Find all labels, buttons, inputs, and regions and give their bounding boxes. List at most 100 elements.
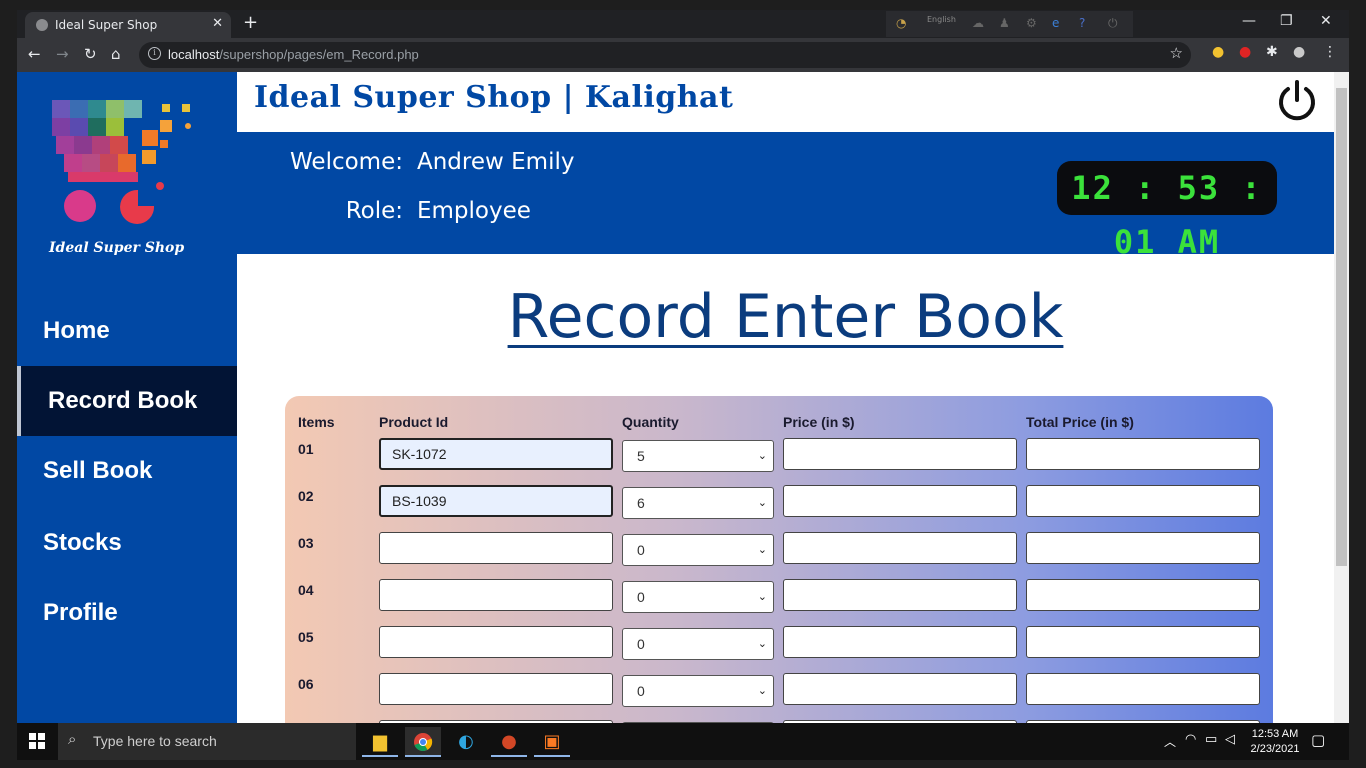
minimize-button[interactable]: — (1242, 13, 1256, 29)
sidebar-item-profile[interactable]: Profile (17, 578, 237, 648)
tab-title: Ideal Super Shop (55, 18, 158, 32)
total-price-input[interactable] (1026, 673, 1260, 705)
price-input[interactable] (783, 438, 1017, 470)
chevron-down-icon: ⌄ (757, 450, 767, 462)
windows-taskbar: ⌕ Type here to search ▆ ◐ ● ▣ ︿ ◠ ▭ ◁ 12… (17, 723, 1349, 760)
quantity-value: 0 (637, 636, 645, 652)
chevron-down-icon: ⌄ (757, 544, 767, 556)
search-icon: ⌕ (68, 731, 77, 748)
translate-icon[interactable]: ◔ (896, 16, 906, 30)
adblock-extension-icon[interactable]: ● (1239, 44, 1251, 60)
taskbar-search[interactable]: ⌕ Type here to search (58, 723, 356, 760)
taskbar-clock[interactable]: 12:53 AM 2/23/2021 (1250, 727, 1300, 757)
url-path: /supershop/pages/em_Record.php (219, 47, 419, 62)
logo-text: Ideal Super Shop (49, 240, 185, 256)
tab-strip: Ideal Super Shop ✕ + ◔ English ☁ ♟ ⚙ e ?… (17, 10, 1349, 38)
cloud-icon[interactable]: ☁ (972, 16, 984, 30)
battery-icon[interactable]: ▭ (1205, 732, 1217, 747)
home-icon[interactable]: ⌂ (111, 45, 121, 63)
price-input[interactable] (783, 626, 1017, 658)
product-id-input[interactable] (379, 673, 613, 705)
total-price-input[interactable] (1026, 438, 1260, 470)
quantity-select[interactable]: 0 ⌄ (622, 581, 774, 613)
gear-icon[interactable]: ⚙ (1026, 16, 1037, 30)
forward-icon[interactable]: → (56, 45, 69, 63)
tab-close-icon[interactable]: ✕ (212, 16, 223, 31)
scrollbar-thumb[interactable] (1336, 88, 1347, 566)
total-price-input[interactable] (1026, 485, 1260, 517)
page-title: Record Enter Book (507, 282, 1064, 352)
cart-logo-icon (52, 100, 191, 224)
col-header-quantity: Quantity (622, 414, 679, 430)
chevron-down-icon: ⌄ (757, 685, 767, 697)
page-scrollbar[interactable] (1334, 72, 1349, 723)
quantity-select[interactable]: 5 ⌄ (622, 440, 774, 472)
profile-avatar-icon[interactable]: ● (1293, 44, 1305, 60)
row-item-number: 05 (298, 629, 314, 645)
chrome-icon[interactable] (405, 727, 441, 757)
price-input[interactable] (783, 673, 1017, 705)
total-price-input[interactable] (1026, 579, 1260, 611)
chevron-down-icon: ⌄ (757, 591, 767, 603)
role-label: Role: (345, 198, 403, 224)
url-text[interactable]: localhost/supershop/pages/em_Record.php (168, 47, 419, 62)
person-icon[interactable]: ♟ (999, 16, 1010, 30)
url-bar[interactable]: i localhost/supershop/pages/em_Record.ph… (139, 42, 1191, 68)
quantity-select[interactable]: 0 ⌄ (622, 675, 774, 707)
sidebar-item-home[interactable]: Home (17, 296, 237, 366)
xampp-icon[interactable]: ▣ (534, 727, 570, 757)
notification-icon[interactable]: ▢ (1311, 731, 1325, 749)
vpn-extension-icon[interactable]: ● (1212, 44, 1224, 60)
sidebar-item-sell-book[interactable]: Sell Book (17, 436, 237, 506)
volume-icon[interactable]: ◁ (1225, 732, 1235, 747)
help-icon[interactable]: ? (1079, 16, 1085, 30)
web-page: Ideal Super Shop Home Record Book Sell B… (17, 72, 1349, 723)
back-icon[interactable]: ← (28, 45, 41, 63)
quantity-value: 6 (637, 495, 645, 511)
row-item-number: 06 (298, 676, 314, 692)
product-id-input[interactable] (379, 532, 613, 564)
price-input[interactable] (783, 579, 1017, 611)
quantity-value: 0 (637, 589, 645, 605)
power-icon[interactable] (1275, 78, 1319, 122)
shop-title: Ideal Super Shop | Kalighat (254, 80, 734, 115)
chevron-down-icon: ⌄ (757, 497, 767, 509)
welcome-banner: Welcome: Andrew Emily Role: Employee 12 … (237, 132, 1334, 261)
edge-browser-icon[interactable]: ◐ (448, 727, 484, 757)
quantity-select[interactable]: 0 ⌄ (622, 628, 774, 660)
new-tab-button[interactable]: + (243, 12, 258, 33)
puzzle-extensions-icon[interactable]: ✱ (1266, 44, 1278, 60)
quantity-select[interactable]: 6 ⌄ (622, 487, 774, 519)
sidebar-item-stocks[interactable]: Stocks (17, 508, 237, 578)
sidebar-item-record-book[interactable]: Record Book (17, 366, 237, 436)
col-header-total-price: Total Price (in $) (1026, 414, 1134, 430)
edge-icon[interactable]: e (1052, 16, 1059, 30)
reload-icon[interactable]: ↻ (84, 45, 97, 63)
windows-start-icon[interactable] (29, 733, 45, 749)
powerpoint-icon[interactable]: ● (491, 727, 527, 757)
product-id-input[interactable] (379, 626, 613, 658)
product-id-input[interactable] (379, 579, 613, 611)
menu-dots-icon[interactable]: ⋮ (1323, 44, 1337, 60)
quantity-select[interactable]: 0 ⌄ (622, 534, 774, 566)
tray-chevron-icon[interactable]: ︿ (1164, 733, 1176, 750)
price-input[interactable] (783, 532, 1017, 564)
total-price-input[interactable] (1026, 532, 1260, 564)
site-info-icon[interactable]: i (148, 47, 161, 60)
price-input[interactable] (783, 485, 1017, 517)
chevron-down-icon: ⌄ (757, 638, 767, 650)
power-small-icon[interactable]: ⏻ (1108, 16, 1118, 31)
col-header-items: Items (298, 414, 335, 430)
maximize-button[interactable]: ❐ (1280, 13, 1293, 29)
bookmark-star-icon[interactable]: ☆ (1170, 44, 1183, 62)
language-label[interactable]: English (927, 15, 956, 24)
close-window-button[interactable]: ✕ (1320, 13, 1332, 29)
browser-tab[interactable]: Ideal Super Shop ✕ (25, 12, 231, 38)
product-id-input[interactable]: SK-1072 (379, 438, 613, 470)
file-explorer-icon[interactable]: ▆ (362, 727, 398, 757)
col-header-price: Price (in $) (783, 414, 855, 430)
total-price-input[interactable] (1026, 626, 1260, 658)
search-placeholder: Type here to search (93, 733, 217, 749)
wifi-icon[interactable]: ◠ (1185, 732, 1196, 747)
product-id-input[interactable]: BS-1039 (379, 485, 613, 517)
